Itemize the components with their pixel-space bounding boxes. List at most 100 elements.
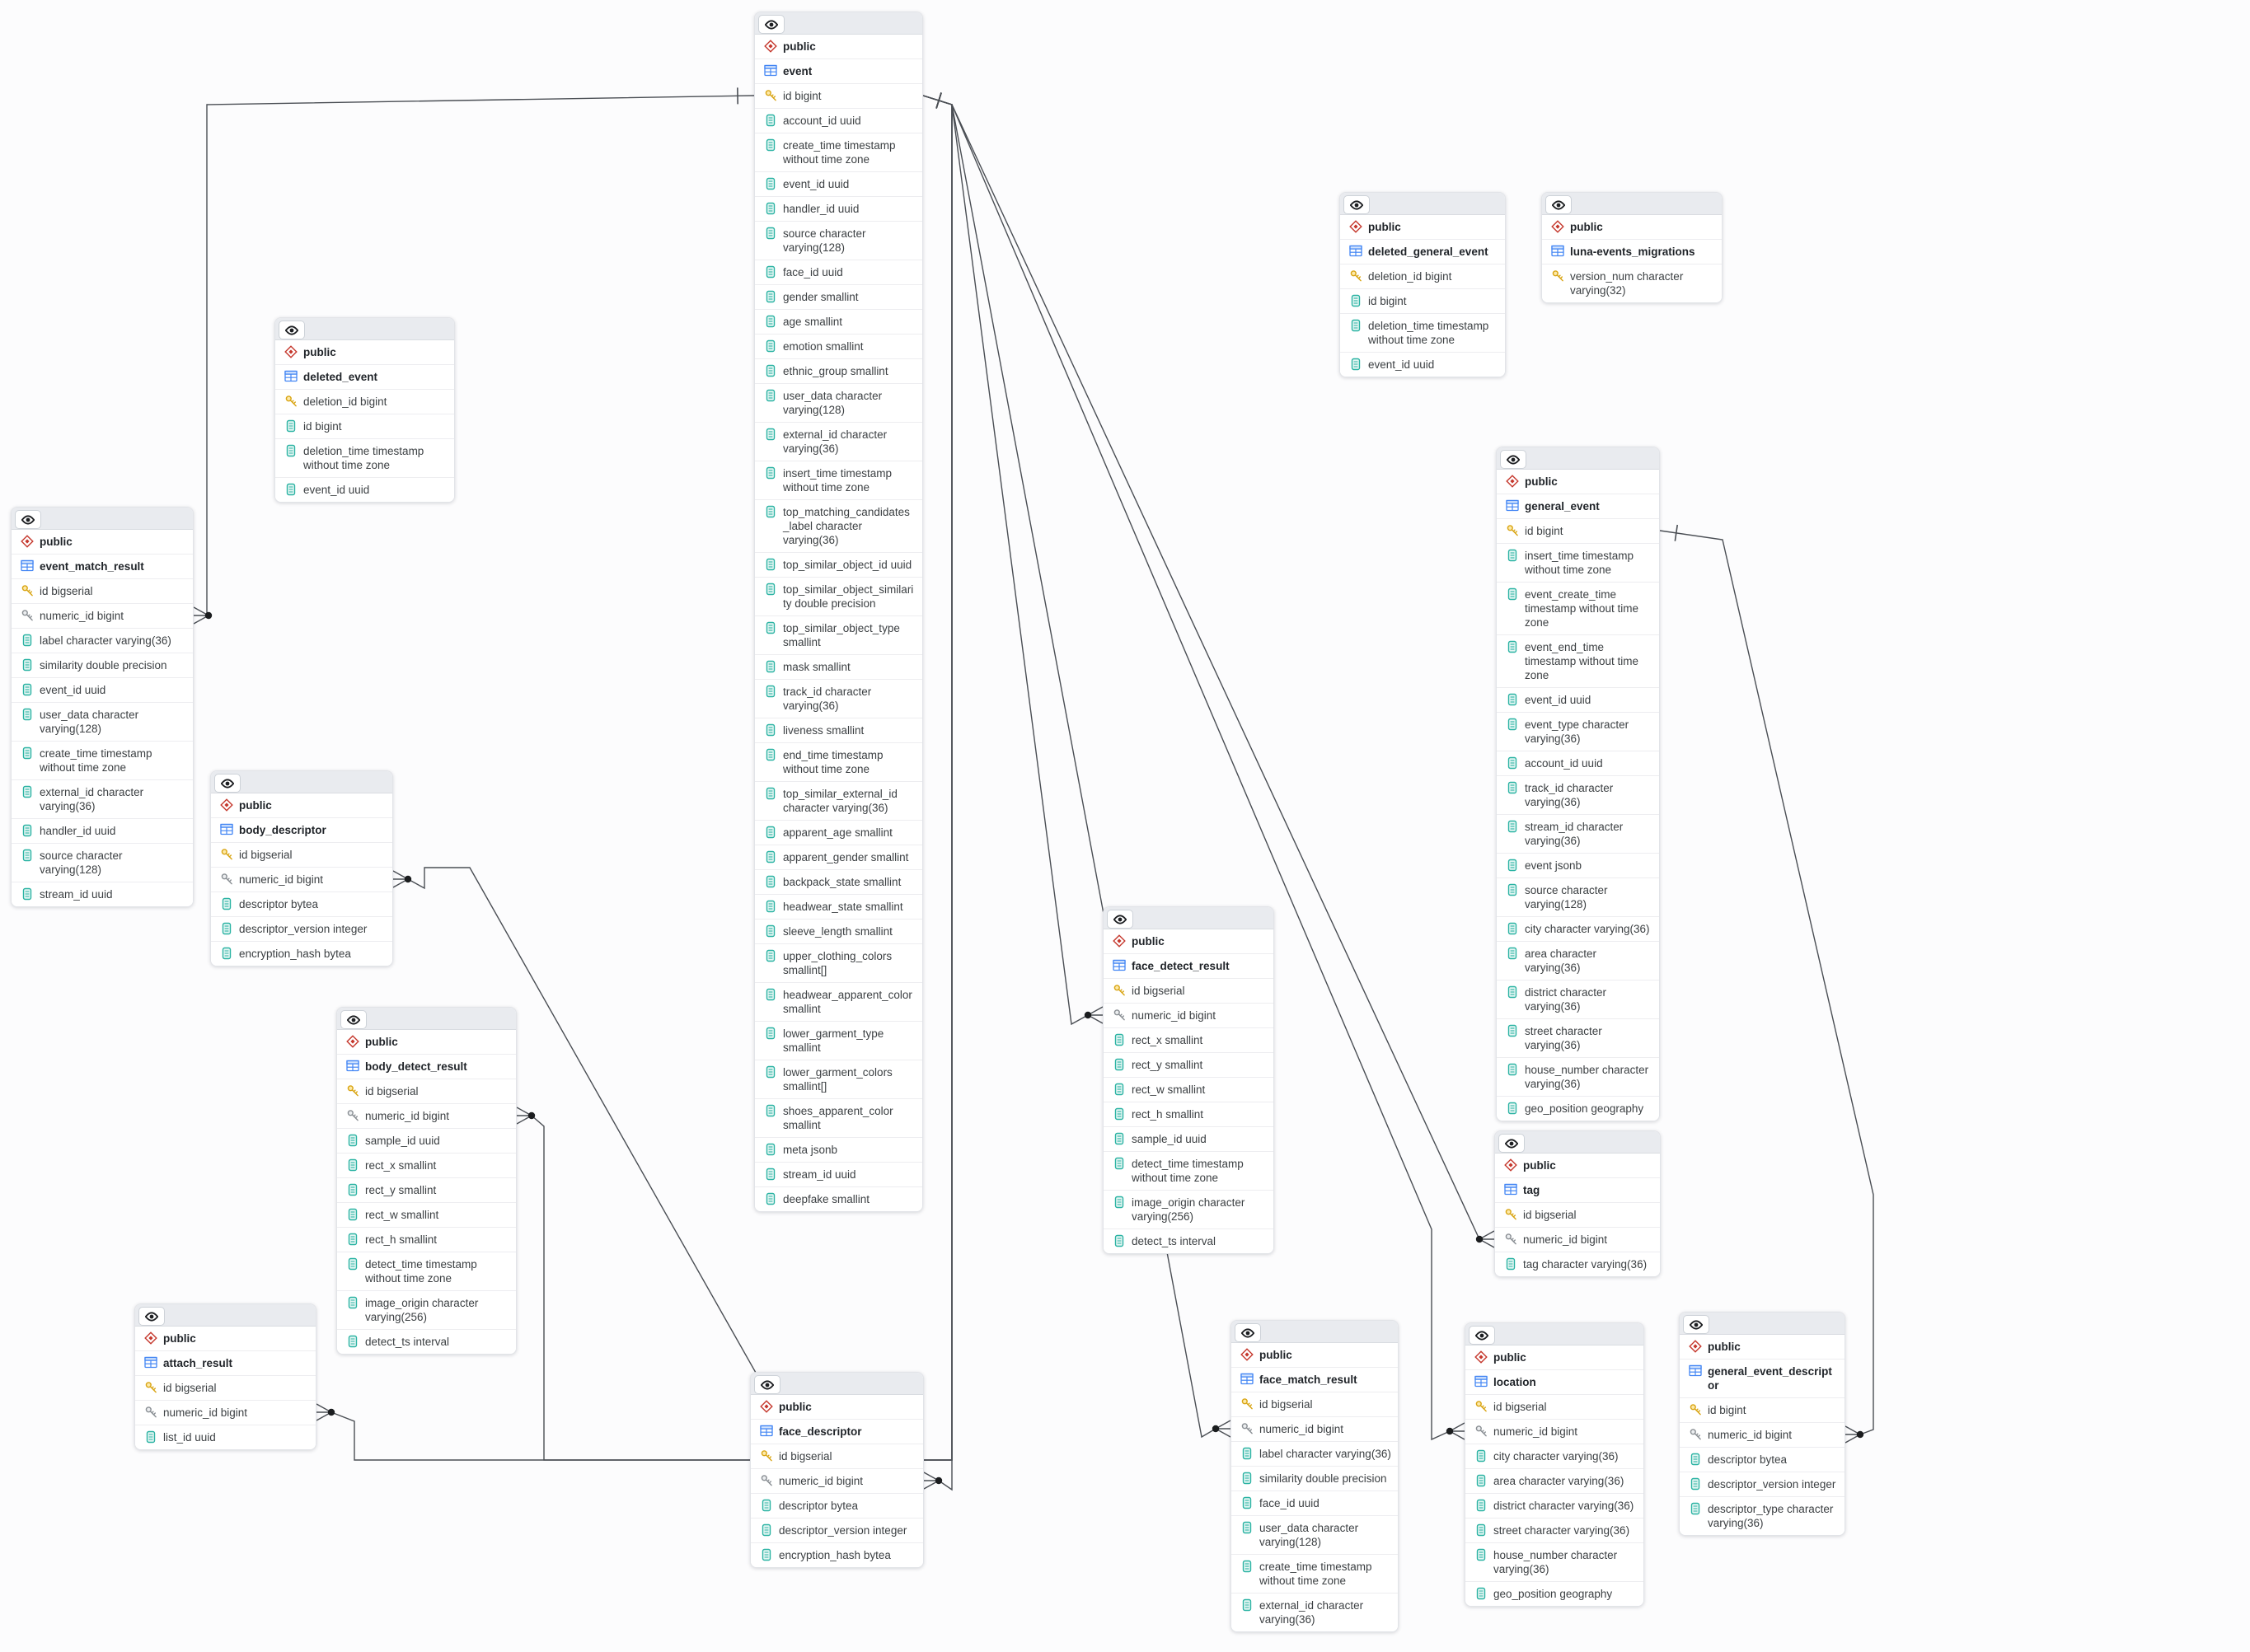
schema-row[interactable]: public xyxy=(135,1327,316,1351)
column-row[interactable]: meta jsonb xyxy=(755,1138,922,1163)
column-row[interactable]: descriptor_version integer xyxy=(751,1519,923,1543)
column-row[interactable]: encryption_hash bytea xyxy=(211,942,392,966)
table-name-row[interactable]: deleted_general_event xyxy=(1340,240,1505,264)
column-row[interactable]: handler_id uuid xyxy=(755,197,922,222)
table-card-body_detect_result[interactable]: public body_detect_result id bigserial nume… xyxy=(336,1007,517,1355)
column-row[interactable]: id bigint xyxy=(755,84,922,109)
column-row[interactable]: image_origin character varying(256) xyxy=(337,1291,516,1330)
column-row[interactable]: numeric_id bigint xyxy=(12,604,193,629)
column-row[interactable]: rect_w smallint xyxy=(337,1203,516,1228)
column-row[interactable]: sample_id uuid xyxy=(1104,1127,1273,1152)
table-card-general_event_descriptor[interactable]: public general_event_descriptor id bigint n… xyxy=(1679,1312,1845,1536)
column-row[interactable]: face_id uuid xyxy=(1231,1491,1398,1516)
table-name-row[interactable]: face_match_result xyxy=(1231,1368,1398,1392)
column-row[interactable]: event_id uuid xyxy=(1497,688,1659,713)
column-row[interactable]: detect_time timestamp without time zone xyxy=(1104,1152,1273,1191)
column-row[interactable]: district character varying(36) xyxy=(1465,1494,1643,1519)
column-row[interactable]: id bigserial xyxy=(751,1444,923,1469)
column-row[interactable]: deletion_time timestamp without time zon… xyxy=(1340,314,1505,353)
column-row[interactable]: track_id character varying(36) xyxy=(755,680,922,718)
toggle-columns-visibility-button[interactable] xyxy=(758,15,785,34)
column-row[interactable]: deletion_id bigint xyxy=(275,390,454,414)
column-row[interactable]: geo_position geography xyxy=(1465,1582,1643,1606)
column-row[interactable]: headwear_apparent_color smallint xyxy=(755,983,922,1022)
column-row[interactable]: handler_id uuid xyxy=(12,819,193,844)
column-row[interactable]: label character varying(36) xyxy=(1231,1442,1398,1467)
column-row[interactable]: list_id uuid xyxy=(135,1425,316,1449)
column-row[interactable]: shoes_apparent_color smallint xyxy=(755,1099,922,1138)
column-row[interactable]: district character varying(36) xyxy=(1497,980,1659,1019)
column-row[interactable]: top_similar_object_type smallint xyxy=(755,616,922,655)
column-row[interactable]: street character varying(36) xyxy=(1497,1019,1659,1058)
toggle-columns-visibility-button[interactable] xyxy=(214,774,241,793)
column-row[interactable]: id bigserial xyxy=(337,1079,516,1104)
toggle-columns-visibility-button[interactable] xyxy=(1683,1315,1709,1334)
column-row[interactable]: user_data character varying(128) xyxy=(1231,1516,1398,1555)
table-card-face_detect_result[interactable]: public face_detect_result id bigserial nume… xyxy=(1103,906,1274,1254)
table-card-luna-events_migrations[interactable]: public luna-events_migrations version_num … xyxy=(1541,192,1723,303)
schema-row[interactable]: public xyxy=(337,1030,516,1055)
table-name-row[interactable]: location xyxy=(1465,1370,1643,1395)
schema-row[interactable]: public xyxy=(1495,1154,1660,1178)
column-row[interactable]: tag character varying(36) xyxy=(1495,1252,1660,1276)
schema-row[interactable]: public xyxy=(275,340,454,365)
column-row[interactable]: descriptor bytea xyxy=(211,892,392,917)
column-row[interactable]: sample_id uuid xyxy=(337,1129,516,1154)
column-row[interactable]: numeric_id bigint xyxy=(135,1401,316,1425)
table-card-tag[interactable]: public tag id bigserial numeric_id bigint ta… xyxy=(1494,1130,1661,1277)
column-row[interactable]: id bigserial xyxy=(135,1376,316,1401)
column-row[interactable]: source character varying(128) xyxy=(1497,878,1659,917)
table-card-attach_result[interactable]: public attach_result id bigserial numeric_i… xyxy=(134,1303,316,1450)
toggle-columns-visibility-button[interactable] xyxy=(1107,910,1133,929)
column-row[interactable]: account_id uuid xyxy=(1497,751,1659,776)
table-name-row[interactable]: luna-events_migrations xyxy=(1542,240,1722,264)
column-row[interactable]: encryption_hash bytea xyxy=(751,1543,923,1567)
toggle-columns-visibility-button[interactable] xyxy=(1343,195,1370,214)
column-row[interactable]: stream_id uuid xyxy=(12,882,193,906)
column-row[interactable]: house_number character varying(36) xyxy=(1497,1058,1659,1097)
column-row[interactable]: source character varying(128) xyxy=(755,222,922,260)
column-row[interactable]: liveness smallint xyxy=(755,718,922,743)
column-row[interactable]: detect_time timestamp without time zone xyxy=(337,1252,516,1291)
column-row[interactable]: rect_h smallint xyxy=(1104,1102,1273,1127)
column-row[interactable]: rect_w smallint xyxy=(1104,1078,1273,1102)
column-row[interactable]: id bigint xyxy=(275,414,454,439)
column-row[interactable]: street character varying(36) xyxy=(1465,1519,1643,1543)
column-row[interactable]: deletion_id bigint xyxy=(1340,264,1505,289)
schema-row[interactable]: public xyxy=(1104,929,1273,954)
table-card-deleted_general_event[interactable]: public deleted_general_event deletion_id b… xyxy=(1339,192,1506,377)
table-card-deleted_event[interactable]: public deleted_event deletion_id bigint id … xyxy=(274,317,455,503)
column-row[interactable]: label character varying(36) xyxy=(12,629,193,653)
column-row[interactable]: city character varying(36) xyxy=(1465,1444,1643,1469)
column-row[interactable]: user_data character varying(128) xyxy=(755,384,922,423)
table-name-row[interactable]: event_match_result xyxy=(12,555,193,579)
column-row[interactable]: external_id character varying(36) xyxy=(1231,1594,1398,1631)
column-row[interactable]: geo_position geography xyxy=(1497,1097,1659,1121)
column-row[interactable]: source character varying(128) xyxy=(12,844,193,882)
column-row[interactable]: top_matching_candidates_label character … xyxy=(755,500,922,553)
column-row[interactable]: detect_ts interval xyxy=(337,1330,516,1354)
column-row[interactable]: id bigserial xyxy=(1231,1392,1398,1417)
column-row[interactable]: id bigserial xyxy=(1465,1395,1643,1420)
table-card-location[interactable]: public location id bigserial numeric_id big… xyxy=(1465,1322,1644,1607)
table-card-event_match_result[interactable]: public event_match_result id bigserial nume… xyxy=(11,507,194,907)
table-name-row[interactable]: general_event xyxy=(1497,494,1659,519)
column-row[interactable]: insert_time timestamp without time zone xyxy=(755,461,922,500)
toggle-columns-visibility-button[interactable] xyxy=(138,1307,165,1326)
table-card-face_descriptor[interactable]: public face_descriptor id bigserial numeric… xyxy=(750,1372,924,1568)
column-row[interactable]: headwear_state smallint xyxy=(755,895,922,920)
column-row[interactable]: end_time timestamp without time zone xyxy=(755,743,922,782)
column-row[interactable]: city character varying(36) xyxy=(1497,917,1659,942)
column-row[interactable]: numeric_id bigint xyxy=(1680,1423,1845,1448)
column-row[interactable]: event_type character varying(36) xyxy=(1497,713,1659,751)
column-row[interactable]: rect_x smallint xyxy=(337,1154,516,1178)
column-row[interactable]: gender smallint xyxy=(755,285,922,310)
column-row[interactable]: face_id uuid xyxy=(755,260,922,285)
table-name-row[interactable]: body_descriptor xyxy=(211,818,392,843)
table-name-row[interactable]: deleted_event xyxy=(275,365,454,390)
column-row[interactable]: sleeve_length smallint xyxy=(755,920,922,944)
column-row[interactable]: mask smallint xyxy=(755,655,922,680)
column-row[interactable]: descriptor_type character varying(36) xyxy=(1680,1497,1845,1535)
column-row[interactable]: id bigint xyxy=(1340,289,1505,314)
schema-row[interactable]: public xyxy=(1231,1343,1398,1368)
